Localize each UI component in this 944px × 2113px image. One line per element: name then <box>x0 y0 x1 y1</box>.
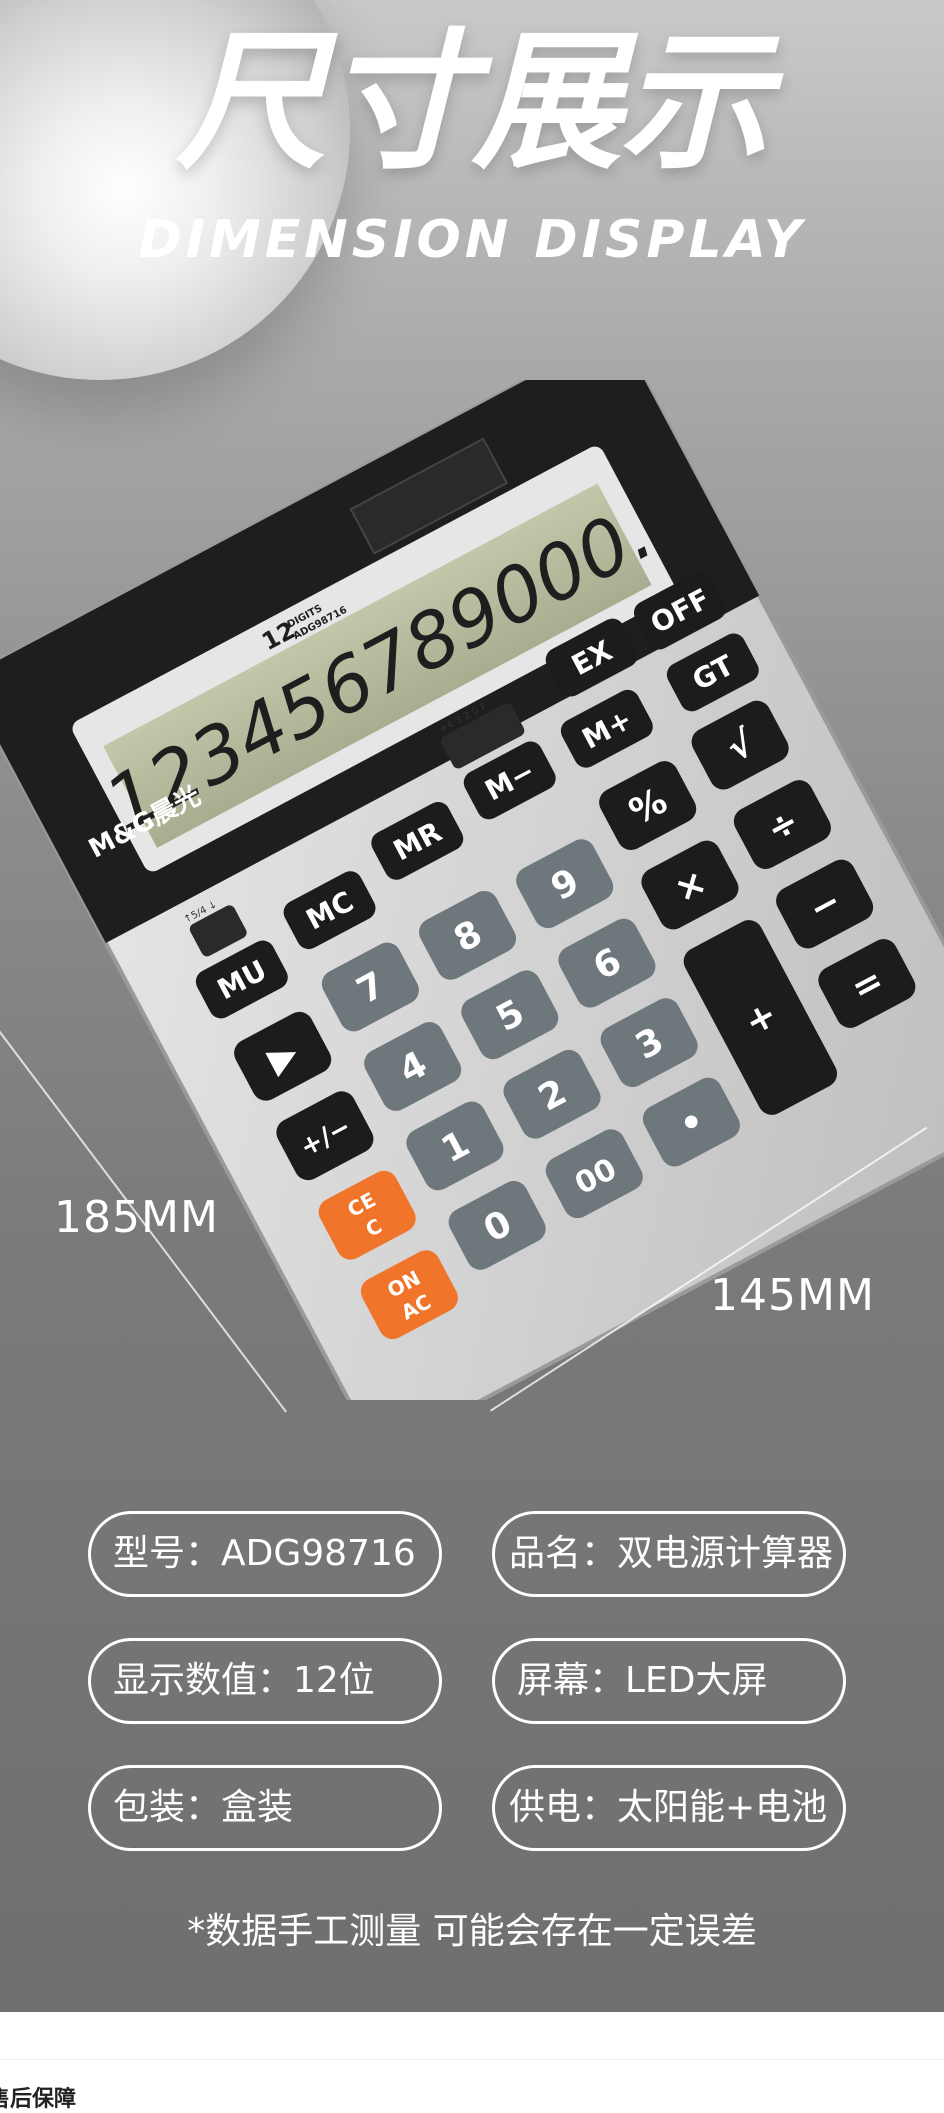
spec-packaging: 包装：盒装 <box>88 1765 442 1851</box>
next-section-header: 售后保障 <box>0 2057 944 2112</box>
calculator-product-image: 123456789000. 12 DIGITS ADG98716 M&G晨光 +… <box>0 342 944 1444</box>
section-divider <box>0 2059 944 2060</box>
page-subtitle: DIMENSION DISPLAY <box>138 210 806 270</box>
dimension-poster: 尺寸展示 DIMENSION DISPLAY 123456789000. 12 … <box>0 0 944 2012</box>
page-title: 尺寸展示 <box>175 16 770 190</box>
after-sales-heading: 售后保障 <box>0 2087 77 2112</box>
spec-display-digits: 显示数值：12位 <box>88 1638 442 1724</box>
spec-screen: 屏幕：LED大屏 <box>492 1638 846 1724</box>
spec-product-name: 品名：双电源计算器 <box>492 1511 846 1597</box>
height-dimension-label: 185MM <box>54 1192 219 1243</box>
width-dimension-label: 145MM <box>710 1270 875 1321</box>
spec-model: 型号：ADG98716 <box>88 1511 442 1597</box>
calculator-illustration: 123456789000. 12 DIGITS ADG98716 M&G晨光 +… <box>0 342 944 1444</box>
measurement-note: *数据手工测量 可能会存在一定误差 <box>187 1911 757 1952</box>
spec-power: 供电：太阳能+电池 <box>492 1765 846 1851</box>
